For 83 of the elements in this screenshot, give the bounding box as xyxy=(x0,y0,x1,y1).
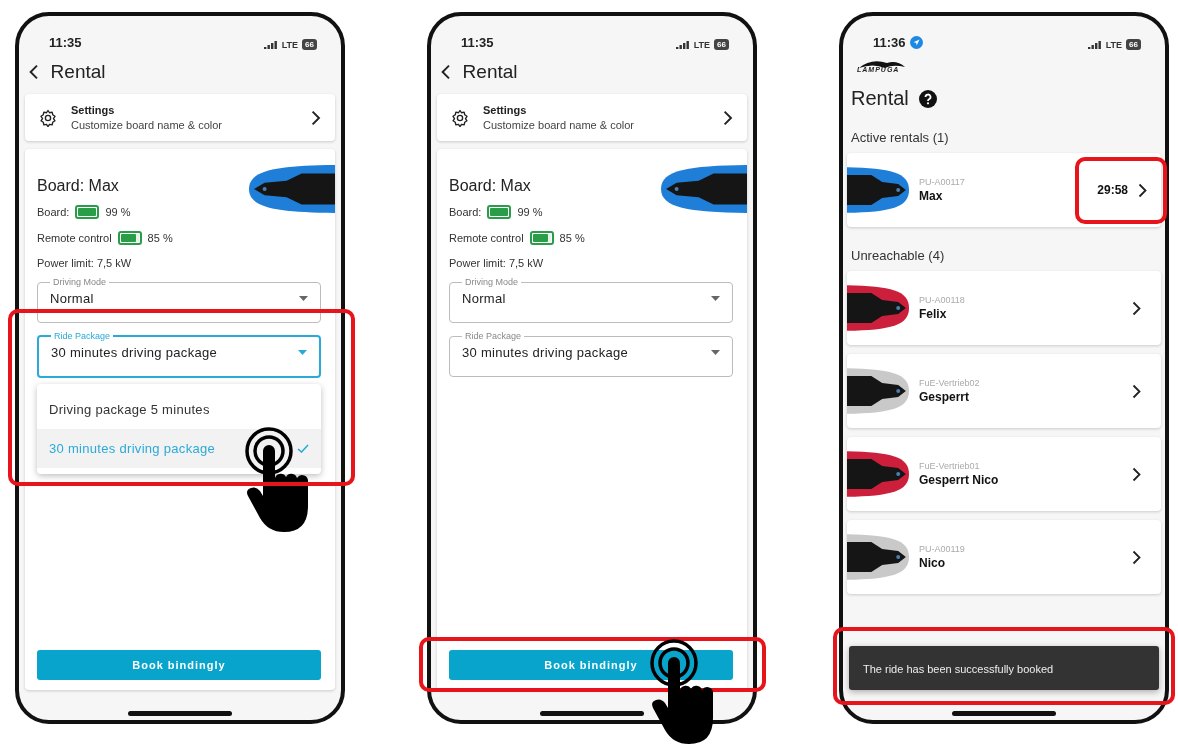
battery-indicator: 66 xyxy=(1126,39,1141,50)
network-label: LTE xyxy=(281,39,299,50)
logo-icon xyxy=(857,60,907,70)
battery-reading: 85 % xyxy=(147,232,173,244)
board-image xyxy=(847,165,911,215)
board-name: Felix xyxy=(919,307,948,321)
board-list-item[interactable]: FuE-Vertrieb01 Gesperrt Nico xyxy=(847,437,1161,511)
chevron-right-icon xyxy=(1138,182,1147,198)
battery-reading: 99 % xyxy=(105,206,131,218)
chevron-right-icon xyxy=(1132,300,1141,316)
battery-reading: 85 % xyxy=(559,232,585,244)
status-time: 11:36 xyxy=(873,35,906,50)
help-icon[interactable] xyxy=(918,89,937,108)
settings-title: Settings xyxy=(71,104,116,116)
settings-row[interactable]: Settings Customize board name & color xyxy=(25,94,335,141)
check-icon xyxy=(297,444,309,453)
board-id: PU-A00119 xyxy=(919,544,966,554)
board-title: Board: Max xyxy=(37,177,120,195)
network-label: LTE xyxy=(1105,39,1123,50)
battery-indicator: 66 xyxy=(714,39,729,50)
board-image xyxy=(847,532,911,582)
network-label: LTE xyxy=(693,39,711,50)
menu-option[interactable]: Driving package 5 minutes xyxy=(37,390,321,429)
signal-icon xyxy=(263,40,278,49)
board-id: FuE-Vertrieb01 xyxy=(919,461,981,471)
battery-label: Remote control xyxy=(37,232,112,244)
settings-subtitle: Customize board name & color xyxy=(71,119,223,131)
screen-title: Rental xyxy=(50,61,106,83)
settings-title: Settings xyxy=(483,104,528,116)
settings-icon xyxy=(39,108,57,127)
board-list-item[interactable]: PU-A00118 Felix xyxy=(847,271,1161,345)
select-field[interactable]: Driving Mode Normal xyxy=(37,277,321,323)
chevron-right-icon xyxy=(1132,466,1141,482)
back-icon[interactable] xyxy=(441,64,451,80)
status-time: 11:35 xyxy=(49,35,82,50)
board-list-item[interactable]: PU-A00119 Nico xyxy=(847,520,1161,594)
battery-label: Board: xyxy=(37,206,70,218)
dropdown-caret-icon xyxy=(298,350,307,355)
power-limit: Power limit: 7,5 kW xyxy=(449,257,545,269)
battery-icon xyxy=(75,205,100,219)
board-image xyxy=(847,366,911,416)
signal-icon xyxy=(1087,40,1102,49)
select-field[interactable]: Ride Package 30 minutes driving package xyxy=(449,331,733,377)
rental-timer: 29:58 xyxy=(1097,183,1128,197)
screen-title: Rental xyxy=(851,87,909,110)
power-limit: Power limit: 7,5 kW xyxy=(37,257,133,269)
screen-title: Rental xyxy=(462,61,518,83)
board-list-item[interactable]: FuE-Vertrieb02 Gesperrt xyxy=(847,354,1161,428)
battery-label: Board: xyxy=(449,206,482,218)
chevron-right-icon xyxy=(1132,383,1141,399)
status-time: 11:35 xyxy=(461,35,494,50)
settings-row[interactable]: Settings Customize board name & color xyxy=(437,94,747,141)
battery-icon xyxy=(529,231,554,245)
chevron-right-icon xyxy=(723,109,733,126)
board-name: Gesperrt xyxy=(919,390,971,404)
settings-subtitle: Customize board name & color xyxy=(483,119,635,131)
battery-reading: 99 % xyxy=(517,206,543,218)
signal-icon xyxy=(675,40,690,49)
snackbar-message: The ride has been successfully booked xyxy=(863,663,1054,675)
battery-icon xyxy=(487,205,512,219)
battery-indicator: 66 xyxy=(302,39,317,50)
battery-icon xyxy=(117,231,142,245)
section-title: Active rentals (1) xyxy=(850,129,950,147)
board-id: PU-A00118 xyxy=(919,295,966,305)
chevron-right-icon xyxy=(1132,549,1141,565)
chevron-right-icon xyxy=(311,109,321,126)
back-icon[interactable] xyxy=(29,64,39,80)
board-id: FuE-Vertrieb02 xyxy=(919,378,981,388)
board-id: PU-A00117 xyxy=(919,177,966,187)
select-field[interactable]: Ride Package 30 minutes driving package xyxy=(37,331,321,378)
board-title: Board: Max xyxy=(449,177,532,195)
board-image xyxy=(847,449,911,499)
battery-label: Remote control xyxy=(449,232,524,244)
settings-icon xyxy=(451,108,469,127)
board-name: Gesperrt Nico xyxy=(919,473,1000,487)
board-image xyxy=(847,283,911,333)
board-name: Nico xyxy=(919,556,946,570)
dropdown-caret-icon xyxy=(299,296,308,301)
select-field[interactable]: Driving Mode Normal xyxy=(449,277,733,323)
board-name: Max xyxy=(919,189,944,203)
section-title: Unreachable (4) xyxy=(850,247,946,265)
dropdown-caret-icon xyxy=(711,350,720,355)
dropdown-caret-icon xyxy=(711,296,720,301)
